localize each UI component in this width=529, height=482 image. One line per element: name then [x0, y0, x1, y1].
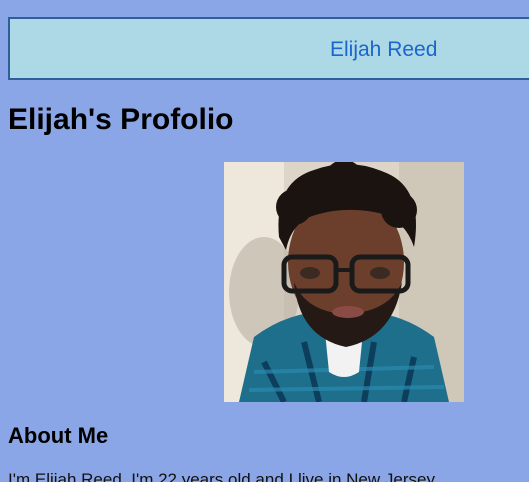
profile-photo [224, 162, 464, 402]
profile-photo-art [224, 162, 464, 402]
portfolio-page: Elijah Reed Elijah's Profolio About Me I… [0, 0, 529, 482]
about-text: I'm Elijah Reed. I'm 22 years old and I … [8, 470, 439, 482]
header-bar: Elijah Reed [8, 17, 529, 80]
name-link[interactable]: Elijah Reed [330, 38, 437, 62]
about-heading: About Me [8, 423, 109, 448]
page-title: Elijah's Profolio [8, 103, 234, 136]
